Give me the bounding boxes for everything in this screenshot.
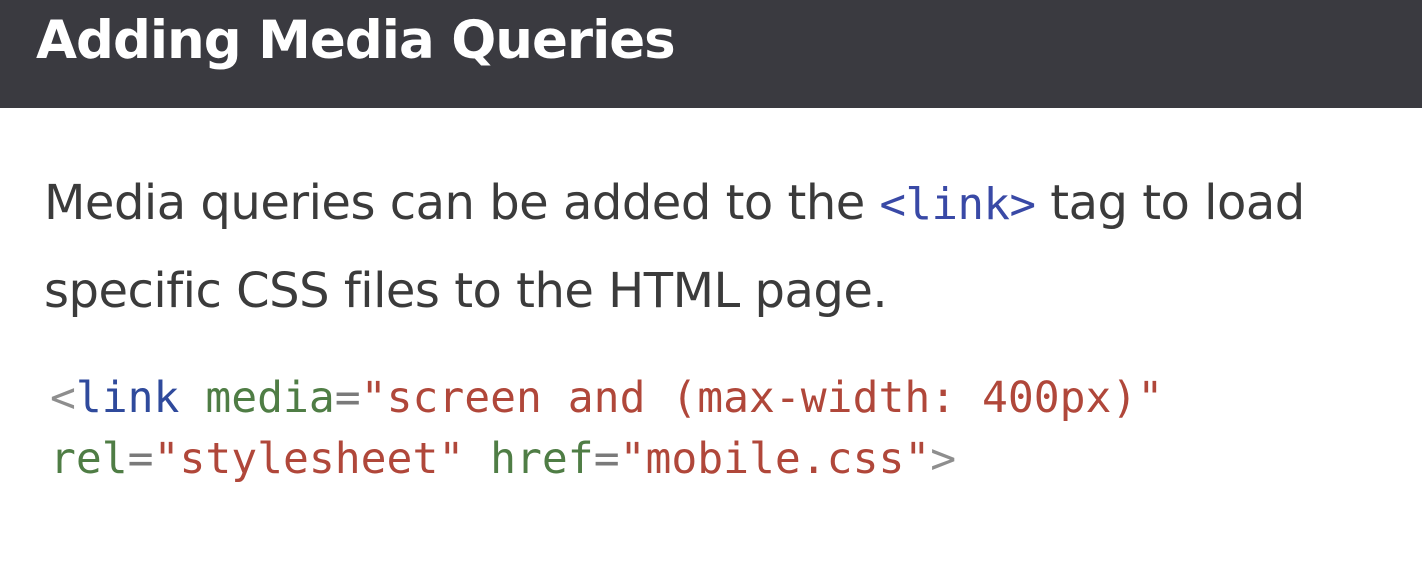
code-line-1: <link media="screen and (max-width: 400p… xyxy=(50,368,1163,429)
code-value-media: "screen and (max-width: 400px)" xyxy=(360,373,1164,423)
code-attr-href: href xyxy=(490,434,594,484)
code-open-bracket: < xyxy=(50,373,76,423)
code-attr-media: media xyxy=(205,373,335,423)
slide-title: Adding Media Queries xyxy=(36,10,676,71)
code-equals: = xyxy=(593,434,620,484)
code-close-bracket: > xyxy=(930,434,957,484)
code-line-2: rel="stylesheet" href="mobile.css"> xyxy=(50,429,1163,490)
code-value-href: "mobile.css" xyxy=(619,434,931,484)
code-value-rel: "stylesheet" xyxy=(153,434,465,484)
inline-code-link: <link> xyxy=(879,179,1036,230)
slide-body-text: Media queries can be added to the <link>… xyxy=(44,160,1404,335)
body-text-before: Media queries can be added to the xyxy=(44,175,880,231)
code-block: <link media="screen and (max-width: 400p… xyxy=(50,368,1163,490)
code-equals: = xyxy=(127,434,154,484)
code-equals: = xyxy=(334,373,361,423)
code-tag-name: link xyxy=(75,373,180,423)
slide-header: Adding Media Queries xyxy=(0,0,1422,108)
code-attr-rel: rel xyxy=(50,434,128,484)
